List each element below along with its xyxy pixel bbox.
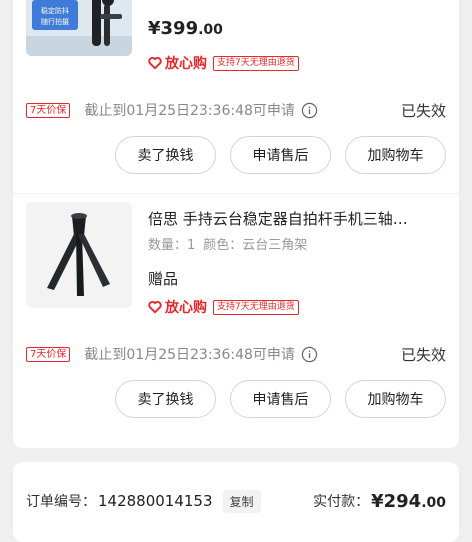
after-sale-button[interactable]: 申请售后 bbox=[230, 380, 331, 418]
protect-deadline: 截止到01月25日23:36:48可申请 bbox=[84, 347, 295, 363]
add-to-cart-button[interactable]: 加购物车 bbox=[345, 380, 446, 418]
order-info-row: 订单编号： 142880014153 复制 实付款： ¥294.00 bbox=[26, 488, 446, 514]
add-to-cart-button[interactable]: 加购物车 bbox=[345, 136, 446, 174]
return-policy-tag: 支持7天无理由退货 bbox=[213, 55, 299, 71]
paid-label: 实付款： bbox=[313, 494, 370, 510]
item-price: ¥399.00 bbox=[148, 18, 223, 39]
product-image-stabilizer[interactable]: 稳定防抖 随行拍摄 bbox=[26, 0, 132, 56]
sell-button[interactable]: 卖了换钱 bbox=[115, 380, 216, 418]
quantity-label: 数量：1 bbox=[148, 238, 196, 253]
heart-icon bbox=[148, 300, 162, 314]
return-policy-tag: 支持7天无理由退货 bbox=[213, 299, 299, 315]
item-actions: 卖了换钱 申请售后 加购物车 bbox=[115, 136, 446, 174]
order-number-label: 订单编号： bbox=[26, 494, 96, 510]
assure-badge: 放心购 支持7天无理由退货 bbox=[148, 298, 299, 316]
tripod-photo-icon bbox=[26, 202, 132, 308]
svg-text:稳定防抖: 稳定防抖 bbox=[41, 6, 69, 15]
assure-label: 放心购 bbox=[165, 56, 207, 72]
product-spec: 数量：1 颜色：云台三角架 bbox=[148, 234, 307, 253]
svg-text:随行拍摄: 随行拍摄 bbox=[41, 17, 69, 26]
price-protect-tag: 7天价保 bbox=[26, 102, 71, 118]
product-title[interactable]: 倍思 手持云台稳定器自拍杆手机三轴… bbox=[148, 208, 448, 229]
copy-button[interactable]: 复制 bbox=[222, 489, 261, 513]
gift-label: 赠品 bbox=[148, 270, 179, 288]
info-icon[interactable] bbox=[301, 346, 318, 363]
info-icon[interactable] bbox=[301, 102, 318, 119]
after-sale-button[interactable]: 申请售后 bbox=[230, 136, 331, 174]
sell-button[interactable]: 卖了换钱 bbox=[115, 136, 216, 174]
protect-deadline: 截止到01月25日23:36:48可申请 bbox=[84, 103, 295, 119]
order-items-card: 稳定防抖 随行拍摄 ¥399.00 放心购 支持7天无理由退货 7天价保 截止到… bbox=[13, 0, 459, 448]
assure-label: 放心购 bbox=[165, 300, 207, 316]
item-actions: 卖了换钱 申请售后 加购物车 bbox=[115, 380, 446, 418]
price-protect-tag: 7天价保 bbox=[26, 346, 71, 362]
item-divider bbox=[13, 193, 459, 194]
product-photo-icon: 稳定防抖 随行拍摄 bbox=[26, 0, 132, 56]
order-number: 142880014153 bbox=[98, 492, 213, 510]
price-protect-row: 7天价保 截止到01月25日23:36:48可申请 已失效 bbox=[26, 343, 446, 365]
protect-status: 已失效 bbox=[400, 101, 446, 120]
price-protect-row: 7天价保 截止到01月25日23:36:48可申请 已失效 bbox=[26, 99, 446, 121]
heart-icon bbox=[148, 56, 162, 70]
paid-amount: ¥294.00 bbox=[371, 490, 446, 512]
protect-status: 已失效 bbox=[400, 345, 446, 364]
assure-badge: 放心购 支持7天无理由退货 bbox=[148, 54, 299, 72]
product-image-tripod[interactable] bbox=[26, 202, 132, 308]
color-label: 颜色：云台三角架 bbox=[203, 238, 308, 253]
order-info-card: 订单编号： 142880014153 复制 实付款： ¥294.00 bbox=[13, 462, 459, 542]
